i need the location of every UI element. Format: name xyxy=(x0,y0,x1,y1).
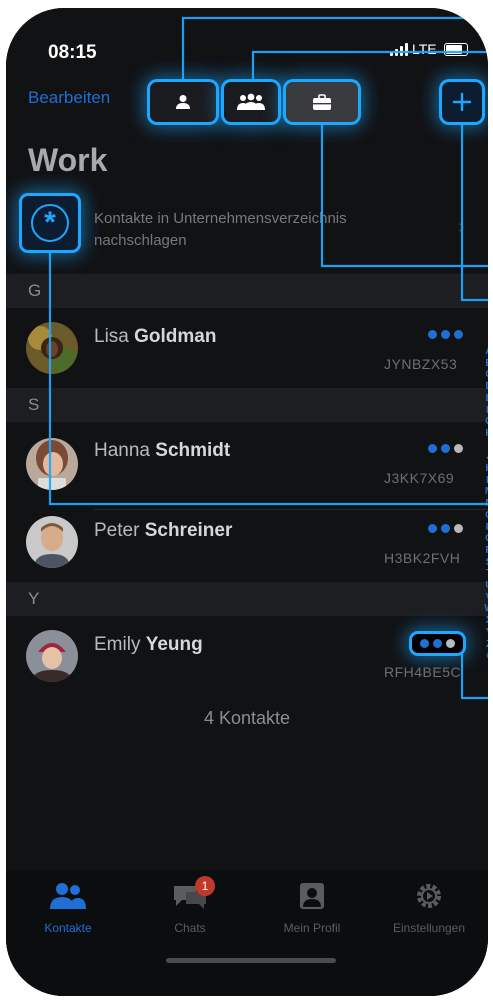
battery-icon xyxy=(443,42,468,56)
tab-chats[interactable]: 1 Chats xyxy=(135,876,245,935)
contact-name: Peter Schreiner xyxy=(94,520,233,541)
alphabet-index[interactable]: ABCDEFGHIJKLMNOPQRSTUVWXYZ# xyxy=(482,346,488,662)
trust-level-dots xyxy=(428,330,463,339)
tab-label: Einstellungen xyxy=(392,921,466,935)
contact-id: J3KK7X69 xyxy=(384,470,455,486)
index-letter[interactable]: R xyxy=(485,545,488,557)
contact-id: H3BK2FVH xyxy=(384,550,461,566)
index-letter[interactable]: Y xyxy=(486,627,488,639)
contact-name: Hanna Schmidt xyxy=(94,440,231,461)
briefcase-icon xyxy=(313,93,331,110)
section-header: S xyxy=(6,388,488,422)
group-contacts-tab[interactable] xyxy=(224,82,278,122)
section-header: Y xyxy=(6,582,488,616)
trust-level-dots xyxy=(428,444,463,453)
contact-row-emily-yeung[interactable]: Emily Yeung RFH4BE5C xyxy=(6,616,488,704)
trust-level-dots xyxy=(428,524,463,533)
index-letter[interactable]: Q xyxy=(485,533,488,545)
edit-button[interactable]: Bearbeiten xyxy=(28,88,110,108)
add-contact-button[interactable] xyxy=(442,82,482,122)
index-letter[interactable]: W xyxy=(484,603,488,615)
index-letter[interactable]: V xyxy=(486,592,488,604)
index-letter[interactable]: D xyxy=(485,381,488,393)
avatar xyxy=(26,322,78,374)
tab-label: Mein Profil xyxy=(283,921,341,935)
status-indicators: LTE xyxy=(390,41,468,57)
chevron-right-icon: › xyxy=(458,216,465,238)
index-letter[interactable]: E xyxy=(486,393,488,405)
index-letter[interactable]: G xyxy=(485,416,488,428)
index-letter[interactable]: H xyxy=(485,428,488,440)
avatar xyxy=(26,438,78,490)
contact-row-lisa-goldman[interactable]: Lisa Goldman JYNBZX53 xyxy=(6,308,488,396)
index-letter[interactable]: U xyxy=(485,580,488,592)
tab-label: Kontakte xyxy=(44,921,92,935)
directory-lookup-icon[interactable]: * xyxy=(22,196,78,250)
index-letter[interactable]: # xyxy=(486,650,488,662)
contact-id: RFH4BE5C xyxy=(384,664,462,680)
index-letter[interactable]: O xyxy=(485,510,488,522)
avatar xyxy=(26,630,78,682)
index-letter[interactable]: N xyxy=(485,498,488,510)
tab-bar: Kontakte 1 Chats Mein Profil Einstellung… xyxy=(6,870,488,996)
index-letter[interactable]: P xyxy=(486,522,488,534)
contact-count: 4 Kontakte xyxy=(203,708,291,728)
section-header: G xyxy=(6,274,488,308)
index-letter[interactable]: K xyxy=(485,463,488,475)
index-letter[interactable]: A xyxy=(485,346,488,358)
index-letter[interactable]: S xyxy=(486,557,488,569)
group-icon xyxy=(237,93,265,110)
profile-icon xyxy=(300,883,324,909)
index-letter[interactable]: X xyxy=(486,615,488,627)
index-letter[interactable]: L xyxy=(486,475,488,487)
network-label: LTE xyxy=(412,41,437,57)
asterisk-icon: * xyxy=(31,204,69,242)
tab-contacts[interactable]: Kontakte xyxy=(13,882,123,935)
status-time: 08:15 xyxy=(48,42,97,63)
plus-icon xyxy=(452,92,472,112)
index-letter[interactable]: F xyxy=(486,405,488,417)
single-contact-tab[interactable] xyxy=(150,82,216,122)
contact-row-hanna-schmidt[interactable]: Hanna Schmidt J3KK7X69 xyxy=(6,422,488,510)
directory-lookup-text[interactable]: Kontakte in Unternehmensverzeichnis nach… xyxy=(94,208,394,252)
contact-id: JYNBZX53 xyxy=(384,356,458,372)
avatar xyxy=(26,516,78,568)
index-letter[interactable]: M xyxy=(485,486,488,498)
tab-settings[interactable]: Einstellungen xyxy=(374,882,484,935)
contact-name: Emily Yeung xyxy=(94,634,203,655)
page-title: Work xyxy=(28,142,108,178)
home-indicator xyxy=(166,958,336,963)
contacts-icon xyxy=(50,883,86,909)
index-letter[interactable]: Z xyxy=(486,639,488,651)
screen: 08:15 LTE Bearbeiten Work * Kontakte in … xyxy=(6,8,488,996)
person-icon xyxy=(176,95,190,109)
contact-name: Lisa Goldman xyxy=(94,326,217,347)
tab-my-profile[interactable]: Mein Profil xyxy=(257,882,367,935)
tab-label: Chats xyxy=(174,921,206,935)
index-letter[interactable]: T xyxy=(486,568,488,580)
index-letter[interactable]: J xyxy=(486,451,488,463)
index-letter[interactable]: C xyxy=(485,369,488,381)
work-contacts-tab[interactable] xyxy=(286,82,358,122)
signal-icon xyxy=(390,42,408,56)
unread-badge: 1 xyxy=(195,876,215,896)
settings-icon xyxy=(417,884,441,908)
index-letter[interactable]: B xyxy=(485,358,488,370)
phone-frame: 08:15 LTE Bearbeiten Work * Kontakte in … xyxy=(6,8,488,996)
trust-level-dots[interactable] xyxy=(412,634,463,653)
